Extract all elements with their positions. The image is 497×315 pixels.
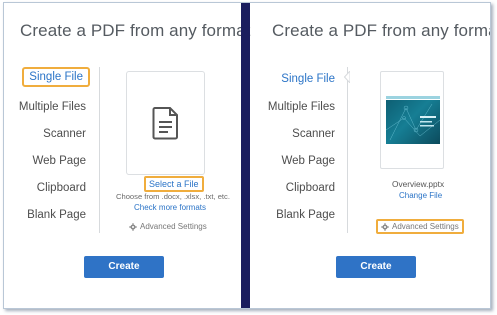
- file-preview[interactable]: [380, 71, 444, 169]
- gear-icon: [129, 222, 137, 231]
- sidebar-item-single-file[interactable]: Single File: [281, 73, 335, 85]
- change-file-link[interactable]: Change File: [399, 191, 442, 200]
- document-icon: [152, 107, 178, 140]
- sidebar-item-blank-page[interactable]: Blank Page: [27, 209, 86, 221]
- sidebar-divider: [347, 67, 348, 233]
- sidebar-item-web-page[interactable]: Web Page: [33, 155, 87, 167]
- advanced-settings-label: Advanced Settings: [140, 222, 207, 231]
- slide-header-bar: [386, 96, 440, 99]
- sidebar-item-clipboard[interactable]: Clipboard: [286, 182, 335, 194]
- create-button[interactable]: Create: [84, 256, 164, 278]
- supported-formats-text: Choose from .docx, .xlsx, .txt, etc.: [116, 192, 230, 201]
- panel-title: Create a PDF from any format: [20, 21, 251, 40]
- sidebar-item-single-file[interactable]: Single File: [22, 67, 90, 87]
- sidebar-item-multiple-files[interactable]: Multiple Files: [268, 101, 335, 113]
- create-button[interactable]: Create: [336, 256, 416, 278]
- sidebar-item-multiple-files[interactable]: Multiple Files: [19, 101, 86, 113]
- active-pointer-icon: [344, 71, 350, 83]
- sidebar-item-scanner[interactable]: Scanner: [292, 128, 335, 140]
- sidebar-divider: [99, 67, 100, 233]
- panel-divider: [241, 3, 250, 308]
- slide-graphic-icon: [386, 103, 440, 141]
- file-drop-area[interactable]: [126, 71, 205, 175]
- advanced-settings-link[interactable]: Advanced Settings: [129, 222, 207, 231]
- advanced-settings-link[interactable]: Advanced Settings: [376, 219, 464, 234]
- selected-file-name: Overview.pptx: [392, 179, 445, 189]
- sidebar-item-blank-page[interactable]: Blank Page: [276, 209, 335, 221]
- check-more-formats-link[interactable]: Check more formats: [134, 203, 206, 212]
- select-file-link[interactable]: Select a File: [144, 176, 204, 192]
- left-panel: Create a PDF from any format Single File…: [4, 3, 250, 308]
- slide-thumbnail: [386, 100, 440, 144]
- sidebar-item-web-page[interactable]: Web Page: [282, 155, 336, 167]
- panel-title: Create a PDF from any format: [272, 21, 491, 40]
- gear-icon: [381, 222, 389, 231]
- sidebar-item-scanner[interactable]: Scanner: [43, 128, 86, 140]
- screenshot-frame: Create a PDF from any format Single File…: [3, 2, 491, 309]
- advanced-settings-label: Advanced Settings: [392, 222, 459, 231]
- sidebar-item-clipboard[interactable]: Clipboard: [37, 182, 86, 194]
- right-panel: Create a PDF from any format Single File…: [250, 3, 491, 308]
